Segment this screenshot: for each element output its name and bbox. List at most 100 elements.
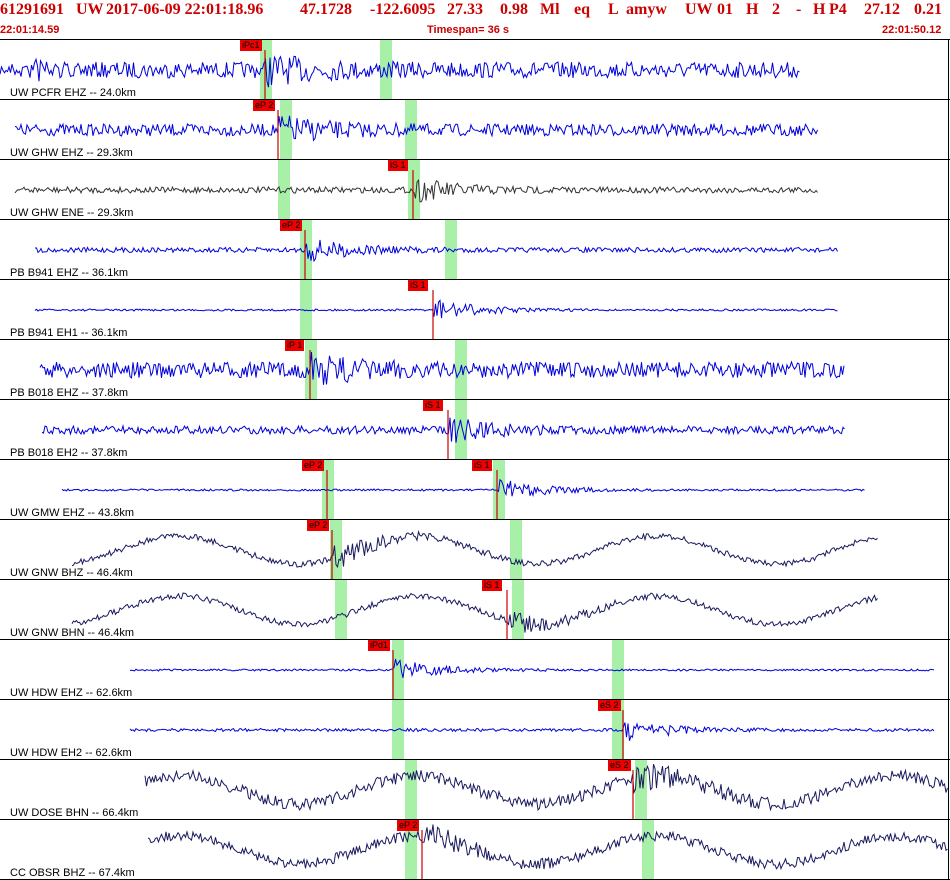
event-mag-type: Ml <box>540 1 560 18</box>
trace-plot[interactable] <box>0 400 950 460</box>
trace-label: PB B018 EH2 -- 37.8km <box>10 447 128 459</box>
trace-plot[interactable] <box>0 220 950 280</box>
trace-plot[interactable] <box>0 640 950 700</box>
trace-label: PB B018 EHZ -- 37.8km <box>10 387 128 399</box>
waveform <box>61 478 865 498</box>
trace-label: PB B941 EH1 -- 36.1km <box>10 327 128 339</box>
arrival-window <box>408 160 420 220</box>
trace-label: UW GNW BHN -- 46.4km <box>10 627 135 639</box>
trace-label: UW PCFR EHZ -- 24.0km <box>10 87 136 99</box>
waveform <box>71 529 878 569</box>
event-source-net: UW <box>685 1 713 18</box>
waveform <box>34 299 838 319</box>
event-gtype: H <box>746 1 759 18</box>
pick-label[interactable]: iS 1 <box>388 160 408 171</box>
arrival-window <box>512 580 524 640</box>
trace-label: UW HDW EHZ -- 62.6km <box>10 687 133 699</box>
event-type: eq <box>574 1 590 18</box>
pick-label[interactable]: eP 2 <box>397 820 420 831</box>
trace-label: UW GNW BHZ -- 46.4km <box>10 567 133 579</box>
pick-label[interactable]: iPc1 <box>240 40 262 51</box>
timespan-label: Timespan= 36 s <box>427 24 510 36</box>
pick-label[interactable]: eP 2 <box>253 100 276 111</box>
event-val2: 0.21 <box>914 1 942 18</box>
trace-row[interactable]: eP 2 CC OBSR BHZ -- 67.4km <box>0 820 950 880</box>
event-review: L <box>608 1 619 18</box>
trace-row[interactable]: eP 2 PB B941 EHZ -- 36.1km <box>0 220 950 280</box>
trace-label: UW GHW EHZ -- 29.3km <box>10 147 133 159</box>
trace-plot[interactable] <box>0 280 950 340</box>
pick-label[interactable]: iS 1 <box>408 280 428 291</box>
trace-plot[interactable] <box>0 40 950 100</box>
trace-label: PB B941 EHZ -- 36.1km <box>10 267 128 279</box>
trace-label: UW DOSE BHN -- 66.4km <box>10 807 139 819</box>
trace-row[interactable]: iP 1 PB B018 EHZ -- 37.8km <box>0 340 950 400</box>
trace-plot[interactable] <box>0 820 950 880</box>
pick-label[interactable]: iS 1 <box>423 400 443 411</box>
trace-row[interactable]: eS 2 UW HDW EH2 -- 62.6km <box>0 700 950 760</box>
trace-row[interactable]: iPc1 UW PCFR EHZ -- 24.0km <box>0 40 950 100</box>
event-magnitude: 0.98 <box>500 1 528 18</box>
time-end: 22:01:50.12 <box>882 24 942 36</box>
pick-label[interactable]: iS 1 <box>472 460 492 471</box>
trace-row[interactable]: iS 1 UW GNW BHN -- 46.4km <box>0 580 950 640</box>
trace-row[interactable]: eP 2 iS 1 UW GMW EHZ -- 43.8km <box>0 460 950 520</box>
arrival-window <box>642 820 654 880</box>
time-start: 22:01:14.59 <box>0 24 60 36</box>
event-version: 01 <box>717 1 733 18</box>
waveform <box>147 824 948 871</box>
arrival-window <box>335 580 347 640</box>
waveform <box>129 658 935 678</box>
trace-row[interactable]: iS 1 PB B018 EH2 -- 37.8km <box>0 400 950 460</box>
trace-plot[interactable] <box>0 760 950 820</box>
pick-label[interactable]: eP 2 <box>280 220 303 231</box>
event-author: amyw <box>626 1 667 18</box>
arrival-window <box>280 100 292 160</box>
trace-label: UW GHW ENE -- 29.3km <box>10 207 134 219</box>
pick-label[interactable]: eP 2 <box>307 520 330 531</box>
event-quality: H <box>813 1 826 18</box>
event-stations: 2 <box>772 1 780 18</box>
pick-label[interactable]: iP 1 <box>285 340 305 351</box>
pick-label[interactable]: eP 2 <box>302 460 325 471</box>
trace-label: CC OBSR BHZ -- 67.4km <box>10 867 135 879</box>
waveform <box>144 763 948 812</box>
trace-row[interactable]: iPd1 UW HDW EHZ -- 62.6km <box>0 640 950 700</box>
event-lat: 47.1728 <box>300 1 352 18</box>
waveform <box>71 592 878 633</box>
trace-plot[interactable] <box>0 580 950 640</box>
waveform <box>39 351 845 385</box>
trace-label: UW HDW EH2 -- 62.6km <box>10 747 132 759</box>
pick-label[interactable]: eS 2 <box>598 700 621 711</box>
trace-label: UW GMW EHZ -- 43.8km <box>10 507 135 519</box>
event-datetime: 2017-06-09 22:01:18.96 <box>106 1 264 18</box>
pick-label[interactable]: iPd1 <box>368 640 391 651</box>
event-network: UW <box>76 1 104 18</box>
waveform <box>41 417 845 443</box>
event-header: 61291691 UW 2017-06-09 22:01:18.96 47.17… <box>0 0 950 20</box>
arrival-window <box>455 400 467 460</box>
event-lon: -122.6095 <box>370 1 436 18</box>
trace-plot[interactable] <box>0 520 950 580</box>
trace-plot[interactable] <box>0 340 950 400</box>
waveform <box>34 239 838 263</box>
trace-plot[interactable] <box>0 160 950 220</box>
arrival-window <box>405 760 417 820</box>
trace-row[interactable]: eP 2 UW GHW EHZ -- 29.3km <box>0 100 950 160</box>
trace-plot[interactable] <box>0 700 950 760</box>
waveform <box>0 55 800 88</box>
trace-row[interactable]: eS 2 UW DOSE BHN -- 66.4km <box>0 760 950 820</box>
trace-row[interactable]: eP 2 UW GNW BHZ -- 46.4km <box>0 520 950 580</box>
event-dash: - <box>796 1 802 18</box>
waveform <box>129 722 935 741</box>
pick-label[interactable]: eS 2 <box>608 760 631 771</box>
pick-label[interactable]: iS 1 <box>482 580 502 591</box>
event-val1: 27.12 <box>864 1 900 18</box>
arrival-window <box>455 340 467 400</box>
trace-row[interactable]: iS 1 UW GHW ENE -- 29.3km <box>0 160 950 220</box>
event-phases: P4 <box>829 1 847 18</box>
arrival-window <box>510 520 522 580</box>
trace-plot[interactable] <box>0 100 950 160</box>
right-border <box>948 39 949 880</box>
trace-row[interactable]: iS 1 PB B941 EH1 -- 36.1km <box>0 280 950 340</box>
